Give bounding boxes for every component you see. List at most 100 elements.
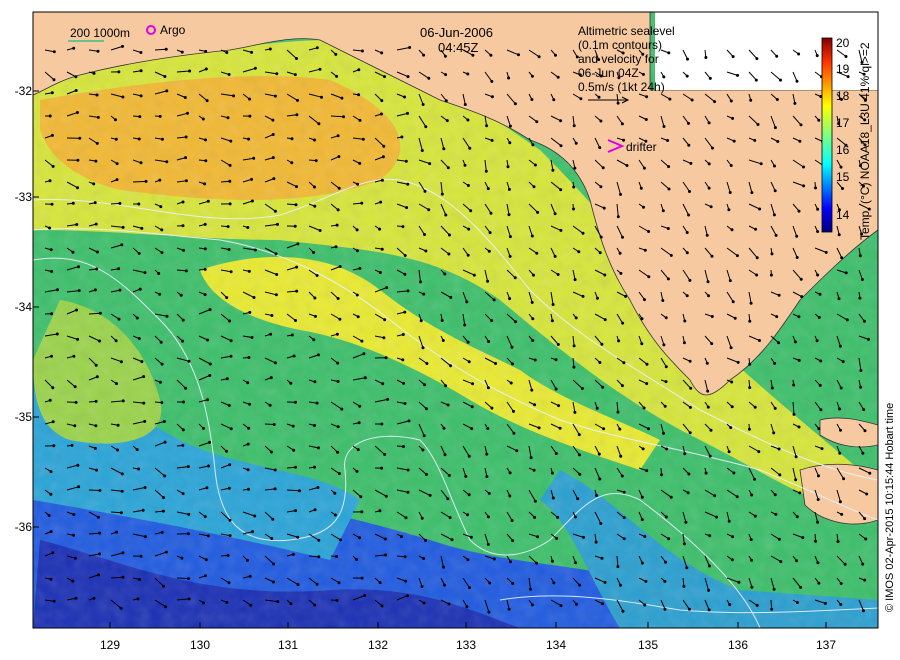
velocity-arrow-head <box>797 52 801 56</box>
velocity-arrow-head <box>360 576 364 580</box>
velocity-arrow-head <box>728 191 732 194</box>
velocity-arrow-head <box>559 604 563 608</box>
velocity-arrow-head <box>758 207 762 211</box>
velocity-arrow-head <box>598 251 602 255</box>
velocity-arrow-head <box>580 387 584 390</box>
velocity-arrow-head <box>769 273 773 277</box>
velocity-arrow-head <box>732 471 736 475</box>
velocity-arrow-head <box>816 273 820 277</box>
velocity-arrow-head <box>225 377 229 381</box>
velocity-arrow-head <box>487 491 491 495</box>
velocity-arrow-head <box>689 386 693 390</box>
velocity-arrow-head <box>666 139 670 142</box>
velocity-arrow-head <box>74 89 78 92</box>
velocity-arrow-head <box>489 211 493 215</box>
velocity-arrow-head <box>509 560 512 564</box>
velocity-arrow-head <box>795 256 799 259</box>
velocity-arrow-head <box>201 117 205 121</box>
velocity-arrow-head <box>159 205 163 209</box>
velocity-arrow-head <box>273 468 277 472</box>
velocity-arrow-head <box>795 515 799 519</box>
velocity-arrow-head <box>572 207 575 211</box>
velocity-arrow-head <box>529 456 533 460</box>
velocity-arrow-head <box>363 376 367 380</box>
velocity-arrow-head <box>868 471 872 475</box>
velocity-arrow-head <box>775 315 779 319</box>
velocity-arrow-head <box>621 235 624 239</box>
velocity-arrow-head <box>270 314 274 317</box>
velocity-arrow-head <box>508 124 512 128</box>
velocity-arrow-head <box>799 123 803 127</box>
velocity-arrow-head <box>798 491 802 495</box>
velocity-arrow-head <box>602 206 606 210</box>
velocity-arrow-head <box>447 473 451 477</box>
velocity-arrow-head <box>731 55 735 59</box>
velocity-arrow-head <box>552 581 556 585</box>
velocity-arrow-head <box>594 540 598 544</box>
velocity-arrow-head <box>400 135 404 139</box>
velocity-arrow-head <box>296 98 299 102</box>
velocity-arrow-head <box>663 579 667 583</box>
velocity-arrow-head <box>378 227 382 231</box>
lon-tick: 137 <box>815 638 837 652</box>
velocity-arrow-head <box>160 251 164 255</box>
velocity-arrow-head <box>682 542 686 546</box>
velocity-arrow-head <box>355 293 359 297</box>
velocity-arrow-head <box>640 317 644 321</box>
velocity-arrow-head <box>314 314 317 318</box>
velocity-arrow-head <box>137 137 141 141</box>
velocity-arrow-head <box>120 472 124 476</box>
velocity-arrow-head <box>248 574 252 578</box>
velocity-arrow-head <box>508 141 512 145</box>
velocity-arrow-head <box>707 608 711 612</box>
velocity-arrow-head <box>729 164 733 167</box>
velocity-arrow-head <box>336 208 340 212</box>
velocity-arrow-head <box>289 381 293 385</box>
velocity-arrow-head <box>466 184 470 187</box>
velocity-arrow-head <box>486 187 490 191</box>
velocity-arrow-head <box>114 118 117 122</box>
velocity-arrow-head <box>711 146 714 150</box>
time-label: 04:45Z <box>438 40 479 55</box>
velocity-arrow-head <box>403 254 407 257</box>
velocity-arrow-head <box>93 201 97 205</box>
velocity-arrow-head <box>550 559 554 563</box>
velocity-arrow-head <box>601 166 605 170</box>
velocity-arrow-head <box>48 179 52 183</box>
velocity-arrow-head <box>603 580 607 584</box>
velocity-arrow-head <box>554 53 557 57</box>
velocity-arrow-head <box>816 520 820 524</box>
velocity-arrow-head <box>250 50 254 54</box>
velocity-arrow-head <box>800 295 804 299</box>
velocity-arrow-head <box>708 76 712 80</box>
velocity-arrow-head <box>406 111 409 115</box>
velocity-arrow-head <box>669 495 673 499</box>
velocity-arrow-head <box>815 54 819 58</box>
velocity-arrow-head <box>313 465 316 469</box>
velocity-arrow-head <box>616 565 620 569</box>
velocity-arrow-head <box>511 539 515 543</box>
velocity-arrow-head <box>776 140 780 143</box>
velocity-arrow-head <box>642 166 646 170</box>
velocity-arrow-head <box>381 382 385 386</box>
velocity-arrow-head <box>559 119 563 123</box>
velocity-arrow-head <box>794 478 798 482</box>
velocity-arrow-head <box>203 222 207 226</box>
velocity-arrow-head <box>205 486 209 490</box>
velocity-arrow-head <box>121 399 125 403</box>
velocity-arrow-head <box>95 250 99 254</box>
velocity-arrow-head <box>142 401 146 405</box>
velocity-arrow-head <box>715 515 719 519</box>
velocity-arrow-head <box>95 375 99 379</box>
velocity-arrow-head <box>747 427 751 431</box>
velocity-arrow-head <box>358 404 362 408</box>
velocity-arrow-head <box>289 602 293 606</box>
velocity-arrow-head <box>687 143 691 147</box>
velocity-arrow-head <box>120 489 124 493</box>
velocity-arrow-head <box>470 427 474 431</box>
date-label: 06-Jun-2006 <box>420 25 493 40</box>
velocity-arrow-head <box>533 403 537 407</box>
velocity-arrow-head <box>818 292 822 296</box>
velocity-arrow-head <box>382 336 386 340</box>
velocity-arrow-head <box>406 182 410 186</box>
